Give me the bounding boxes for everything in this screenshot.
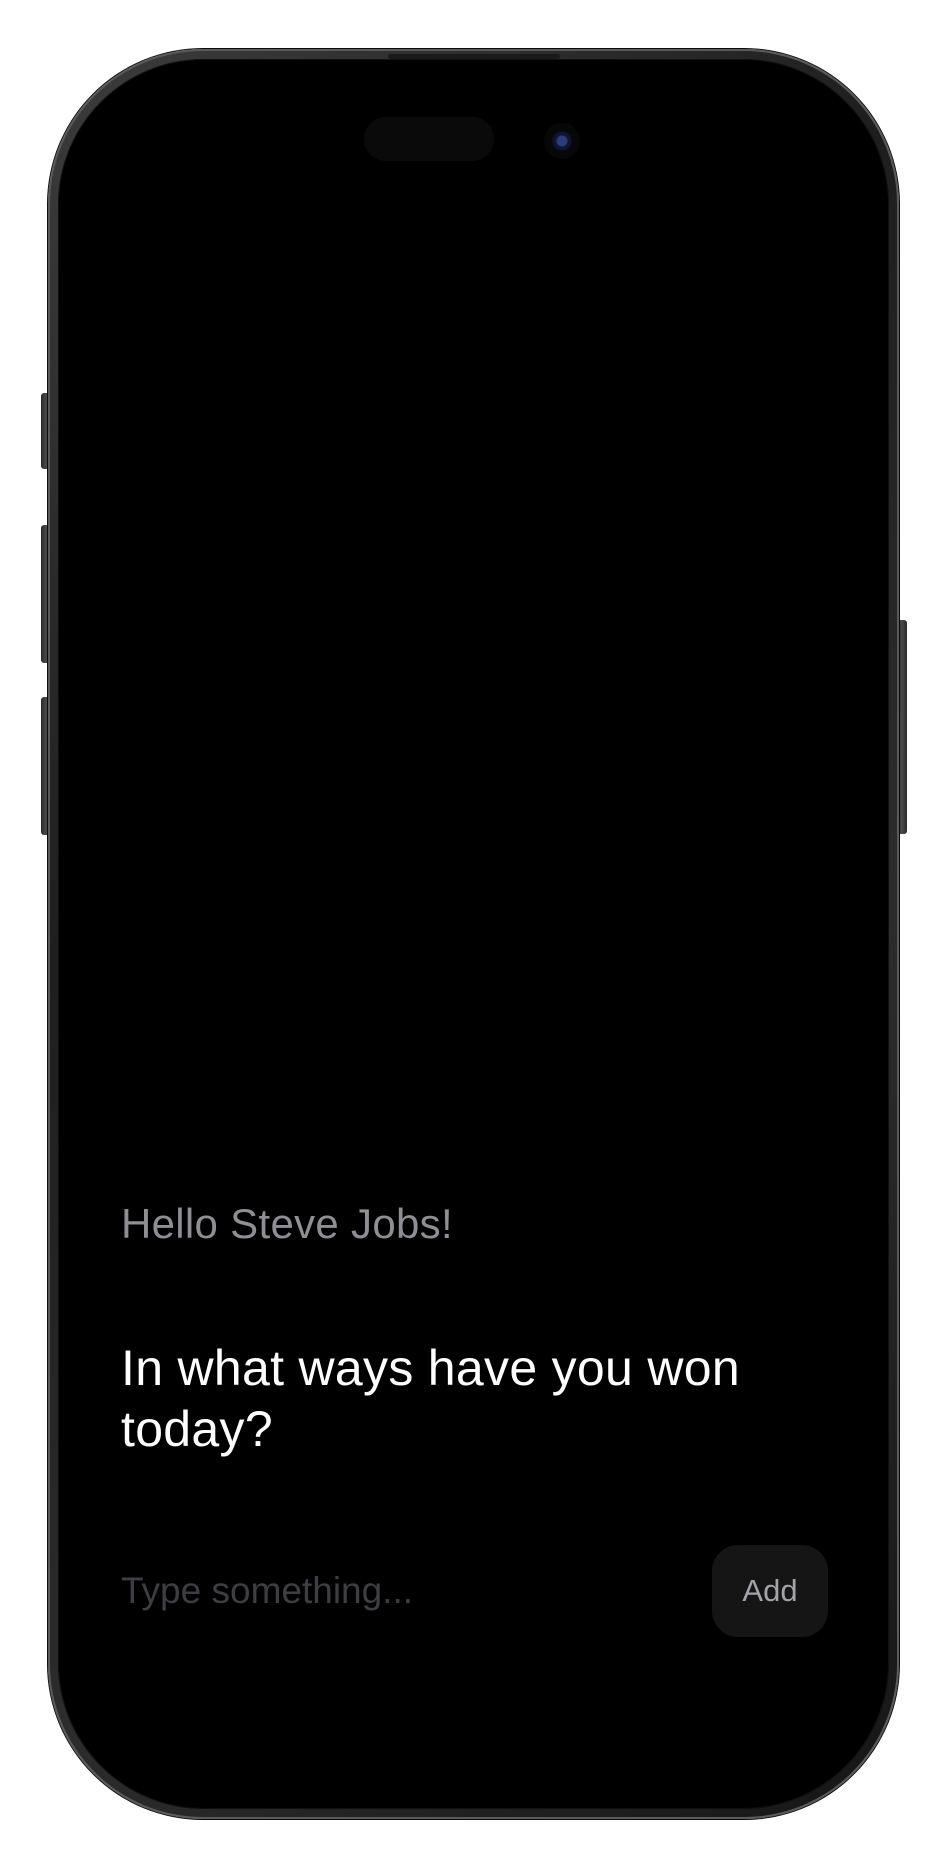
front-camera-icon (544, 123, 580, 159)
prompt-question: In what ways have you won today? (121, 1340, 740, 1457)
dynamic-island (364, 117, 494, 161)
entry-input[interactable] (121, 1545, 681, 1637)
earpiece-slot (388, 54, 560, 59)
add-button[interactable]: Add (712, 1545, 828, 1637)
entry-row: Add (121, 1545, 828, 1637)
phone-screen (66, 67, 881, 1801)
page: Hello Steve Jobs! In what ways have you … (0, 0, 947, 1865)
greeting-text: Hello Steve Jobs! (121, 1200, 453, 1247)
